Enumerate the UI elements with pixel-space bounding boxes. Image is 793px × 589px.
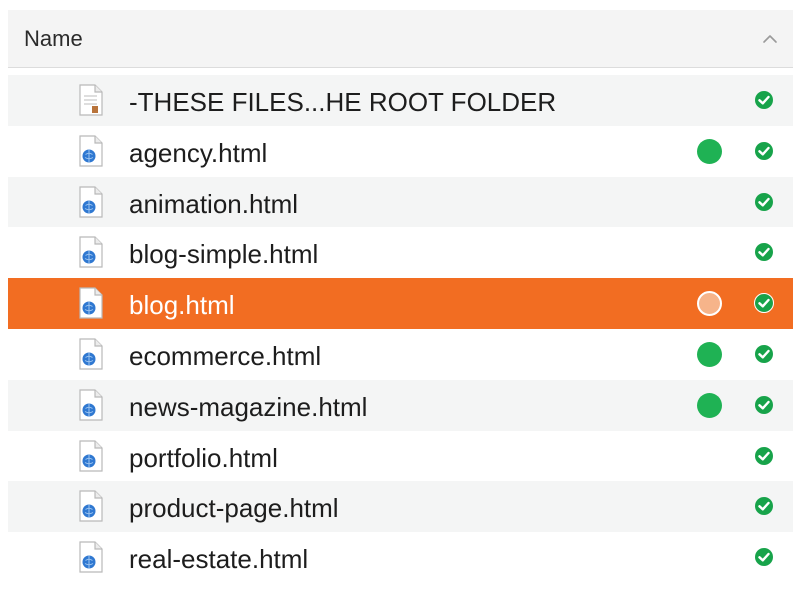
- html-file-icon: [79, 389, 103, 421]
- modified-dot-icon: [697, 341, 722, 367]
- synced-check-icon: [755, 192, 773, 211]
- file-browser-window: Name -THESE FILES...HE ROOT FOLDER agency…: [0, 0, 793, 589]
- file-name: -THESE FILES...HE ROOT FOLDER: [129, 87, 557, 117]
- modified-dot-icon: [697, 138, 722, 164]
- file-name: news-magazine.html: [129, 391, 368, 422]
- text-document-icon: [79, 84, 103, 116]
- file-row[interactable]: agency.html: [8, 126, 793, 177]
- modified-dot-icon: [697, 291, 722, 317]
- file-row[interactable]: -THESE FILES...HE ROOT FOLDER: [8, 75, 793, 126]
- html-file-icon: [79, 338, 103, 370]
- file-name: blog.html: [129, 290, 235, 321]
- column-header-label: Name: [24, 26, 83, 51]
- column-header-name[interactable]: Name: [8, 10, 793, 68]
- file-name: portfolio.html: [129, 442, 278, 473]
- file-name: animation.html: [129, 188, 299, 219]
- file-name: blog-simple.html: [129, 239, 319, 270]
- synced-check-icon: [755, 91, 773, 109]
- html-file-icon: [79, 287, 103, 319]
- file-row[interactable]: ecommerce.html: [8, 329, 793, 380]
- synced-check-icon: [755, 497, 773, 516]
- synced-check-icon: [755, 344, 773, 363]
- file-list: -THESE FILES...HE ROOT FOLDER agency.html…: [8, 75, 793, 583]
- html-file-icon: [79, 490, 103, 522]
- html-file-icon: [79, 135, 103, 167]
- file-row[interactable]: portfolio.html: [8, 431, 793, 482]
- file-name: real-estate.html: [129, 544, 309, 575]
- html-file-icon: [79, 185, 103, 218]
- file-row[interactable]: animation.html: [8, 176, 793, 228]
- synced-check-icon: [755, 141, 773, 160]
- file-name: agency.html: [129, 137, 268, 168]
- html-file-icon: [79, 236, 103, 268]
- file-row[interactable]: blog-simple.html: [8, 227, 793, 278]
- file-name: product-page.html: [129, 493, 339, 524]
- file-row[interactable]: blog.html: [8, 278, 793, 329]
- file-row[interactable]: news-magazine.html: [8, 379, 793, 431]
- html-file-icon: [79, 439, 103, 472]
- file-name: ecommerce.html: [129, 340, 322, 371]
- synced-check-icon: [755, 446, 773, 465]
- chevron-up-icon[interactable]: [761, 30, 779, 48]
- synced-check-icon: [754, 293, 774, 314]
- synced-check-icon: [755, 548, 773, 567]
- file-row[interactable]: product-page.html: [8, 481, 793, 533]
- synced-check-icon: [755, 395, 773, 414]
- modified-dot-icon: [697, 392, 722, 418]
- file-row[interactable]: real-estate.html: [8, 532, 793, 583]
- html-file-icon: [79, 541, 103, 573]
- synced-check-icon: [755, 243, 773, 262]
